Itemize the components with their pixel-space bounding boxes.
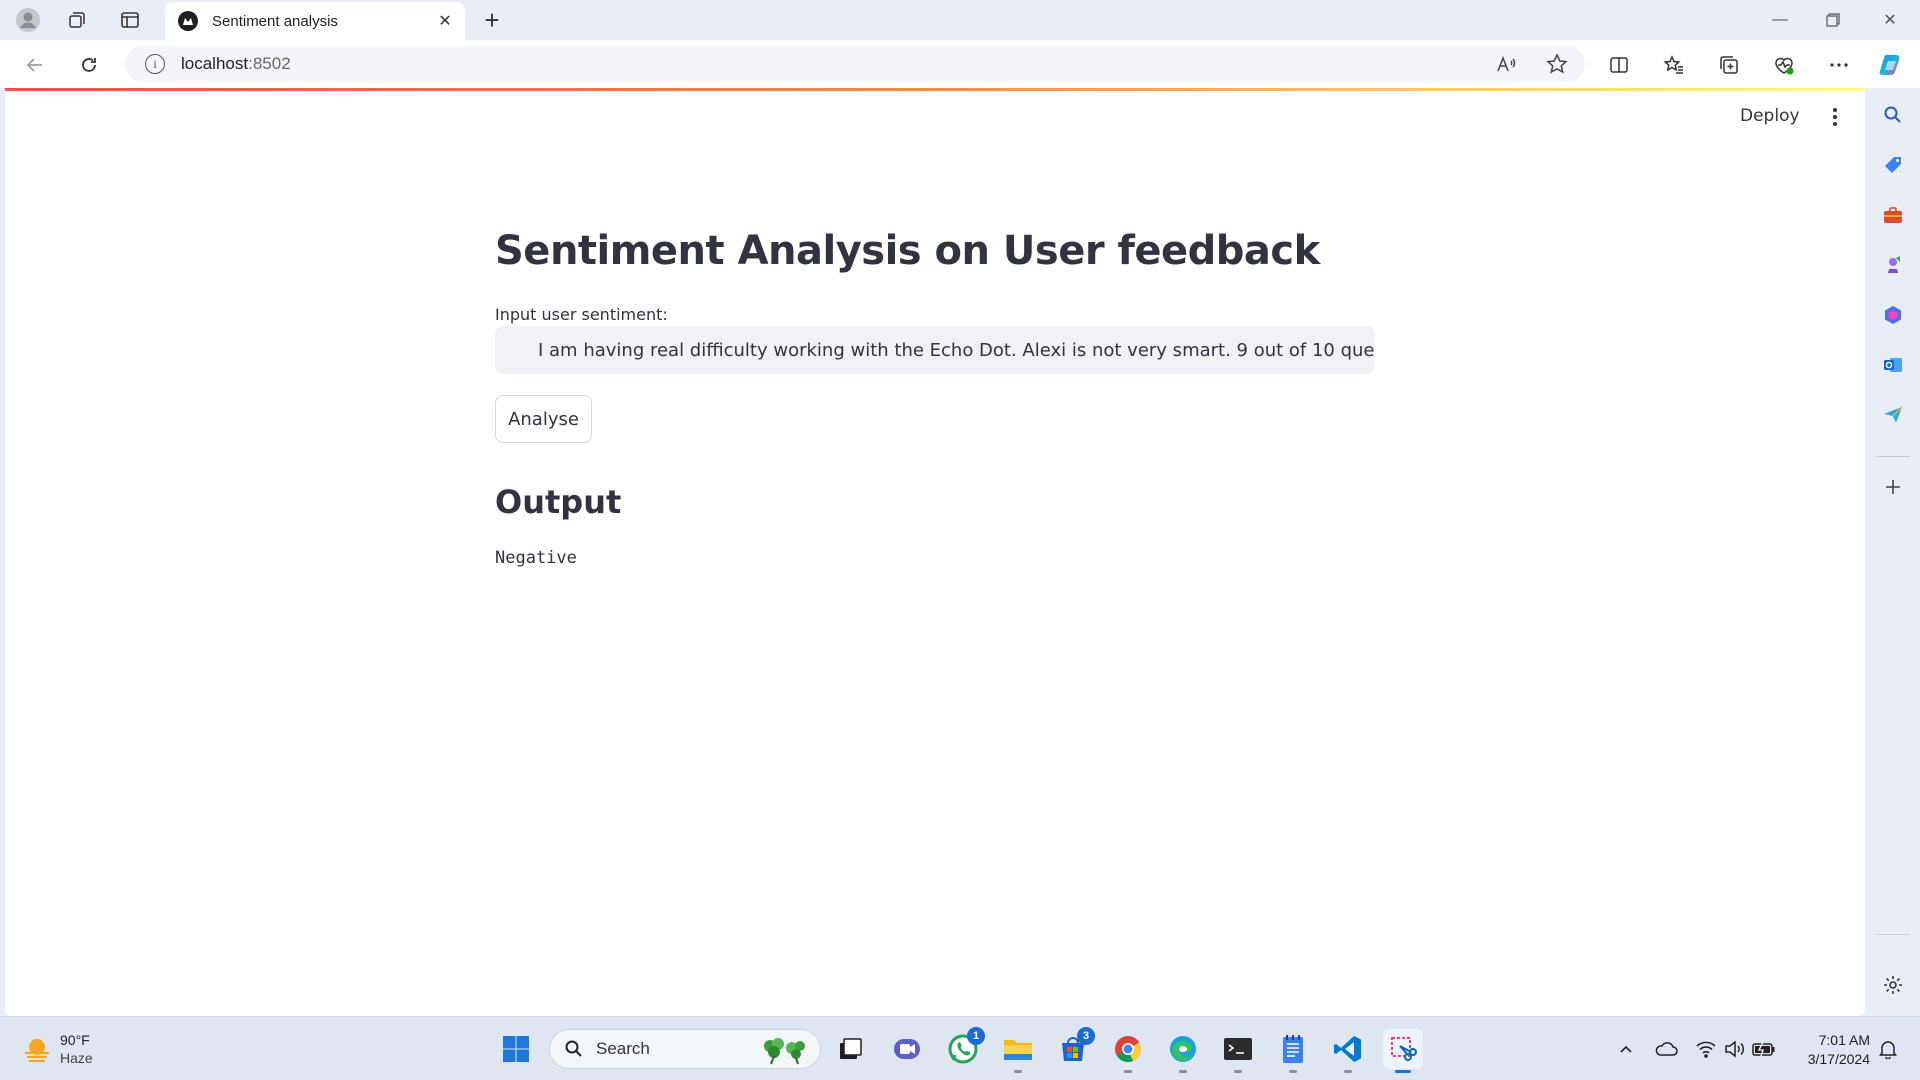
taskbar-search-label: Search [596, 1039, 650, 1058]
games-icon[interactable] [1878, 250, 1908, 280]
sidebar-separator-bottom [1876, 934, 1910, 935]
vscode-icon[interactable] [1328, 1029, 1368, 1073]
close-window-button[interactable]: ✕ [1870, 6, 1910, 34]
workspaces-icon[interactable] [63, 6, 91, 34]
shamrock-highlight-icon [764, 1038, 805, 1065]
copilot-icon[interactable] [1876, 49, 1908, 81]
send-icon[interactable] [1878, 400, 1908, 430]
terminal-icon[interactable] [1218, 1029, 1258, 1073]
shopping-tag-icon[interactable] [1878, 150, 1908, 180]
back-icon[interactable] [20, 50, 50, 80]
split-screen-icon[interactable] [1603, 49, 1635, 81]
file-explorer-icon[interactable] [998, 1029, 1038, 1073]
microsoft-store-icon[interactable]: 3 [1053, 1027, 1095, 1069]
outlook-icon[interactable] [1878, 350, 1908, 380]
browser-toolbar: i localhost:8502 [0, 40, 1920, 88]
output-heading: Output [495, 483, 622, 521]
clock-time: 7:01 AM [1818, 1032, 1870, 1048]
haze-sun-icon [24, 1039, 50, 1063]
output-result: Negative [495, 548, 577, 568]
taskbar-search[interactable]: Search [549, 1029, 821, 1069]
search-icon [565, 1040, 582, 1057]
read-aloud-icon[interactable] [1491, 49, 1521, 79]
more-menu-icon[interactable] [1823, 49, 1855, 81]
notepad-icon[interactable] [1273, 1029, 1313, 1073]
streamlit-page: Deploy Sentiment Analysis on User feedba… [5, 88, 1865, 1016]
microsoft-365-icon[interactable] [1878, 300, 1908, 330]
restore-button[interactable] [1813, 6, 1853, 34]
page-title: Sentiment Analysis on User feedback [495, 228, 1320, 274]
sidebar-settings-gear-icon[interactable] [1878, 970, 1908, 1000]
weather-widget[interactable]: 90°F Haze [22, 1031, 93, 1067]
show-hidden-icons-chevron-icon[interactable] [1614, 1037, 1638, 1061]
add-sidebar-app-icon[interactable] [1878, 472, 1908, 502]
windows-taskbar: 90°F Haze Search 1 3 7:01 AM 3/17/2024 [0, 1016, 1920, 1080]
snipping-tool-icon[interactable] [1383, 1029, 1423, 1073]
start-button[interactable] [496, 1029, 536, 1069]
url-text: localhost:8502 [181, 54, 291, 73]
onedrive-cloud-icon[interactable] [1654, 1037, 1678, 1061]
deploy-button[interactable]: Deploy [1740, 106, 1800, 126]
tools-icon[interactable] [1878, 200, 1908, 230]
notification-bell-icon[interactable] [1876, 1037, 1900, 1061]
analyse-button[interactable]: Analyse [495, 395, 592, 443]
clock[interactable]: 7:01 AM 3/17/2024 [1790, 1031, 1870, 1069]
sentiment-text-input[interactable]: I am having real difficulty working with… [495, 326, 1375, 374]
main-menu-icon[interactable] [1828, 104, 1842, 130]
weather-temperature: 90°F [60, 1032, 90, 1048]
weather-description: Haze [60, 1050, 93, 1066]
minimize-button[interactable]: — [1760, 6, 1800, 34]
tab-title: Sentiment analysis [212, 12, 338, 30]
collections-icon[interactable] [1713, 49, 1745, 81]
volume-icon[interactable] [1723, 1037, 1747, 1061]
browser-tab-active[interactable]: Sentiment analysis ✕ [165, 2, 465, 40]
teams-meet-icon[interactable] [887, 1029, 927, 1069]
main-content: Sentiment Analysis on User feedback Inpu… [495, 228, 1375, 568]
whatsapp-icon[interactable]: 1 [943, 1027, 985, 1069]
header-decoration-bar [5, 88, 1865, 91]
whatsapp-badge: 1 [967, 1027, 985, 1045]
clock-date: 3/17/2024 [1807, 1051, 1870, 1067]
chrome-icon[interactable] [1108, 1029, 1148, 1073]
edge-icon[interactable] [1163, 1029, 1203, 1073]
refresh-icon[interactable] [74, 50, 104, 80]
input-label: Input user sentiment: [495, 305, 668, 324]
wifi-icon[interactable] [1694, 1037, 1718, 1061]
favorites-icon[interactable] [1658, 49, 1690, 81]
edge-sidebar [1866, 88, 1920, 1016]
vertical-tabs-icon[interactable] [116, 6, 144, 34]
sentiment-input-value: I am having real difficulty working with… [538, 339, 1375, 361]
tab-close-icon[interactable]: ✕ [435, 11, 455, 31]
sidebar-separator [1876, 456, 1910, 457]
site-info-icon[interactable]: i [145, 54, 165, 74]
battery-charging-icon[interactable] [1752, 1037, 1776, 1061]
store-badge: 3 [1077, 1027, 1095, 1045]
profile-icon[interactable] [14, 6, 42, 34]
task-view-icon[interactable] [830, 1029, 870, 1069]
browser-essentials-icon[interactable] [1768, 49, 1800, 81]
favorite-star-icon[interactable] [1542, 49, 1572, 79]
new-tab-button[interactable]: + [478, 5, 506, 35]
browser-titlebar: Sentiment analysis ✕ + — ✕ [0, 0, 1920, 40]
address-bar[interactable]: i localhost:8502 [125, 46, 1585, 82]
streamlit-favicon-icon [178, 11, 198, 31]
search-icon[interactable] [1878, 100, 1908, 130]
